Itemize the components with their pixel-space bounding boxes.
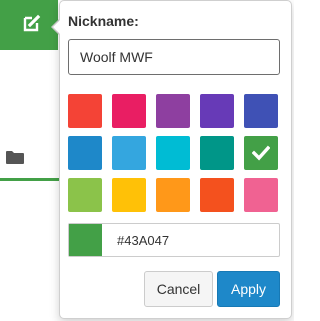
nickname-label: Nickname: <box>68 13 139 29</box>
edit-tab[interactable] <box>0 0 58 50</box>
popover-caret-fill <box>53 19 61 35</box>
cancel-button[interactable]: Cancel <box>144 271 213 307</box>
color-swatch-grid <box>68 94 284 212</box>
hex-color-field <box>68 223 287 257</box>
color-swatch[interactable] <box>156 178 190 212</box>
color-swatch[interactable] <box>112 178 146 212</box>
color-swatch[interactable] <box>200 94 234 128</box>
color-swatch[interactable] <box>112 136 146 170</box>
color-swatch[interactable] <box>68 178 102 212</box>
color-swatch[interactable] <box>68 136 102 170</box>
edit-icon <box>23 14 41 32</box>
color-swatch[interactable] <box>156 136 190 170</box>
nickname-color-popover: Nickname: Cancel Apply <box>59 0 292 319</box>
folder-icon <box>6 151 24 164</box>
color-swatch[interactable] <box>68 94 102 128</box>
color-swatch[interactable] <box>200 136 234 170</box>
color-swatch[interactable] <box>112 94 146 128</box>
nickname-input[interactable] <box>68 39 280 75</box>
color-swatch[interactable] <box>156 94 190 128</box>
check-icon <box>252 145 270 161</box>
color-swatch[interactable] <box>244 178 278 212</box>
stage: Nickname: Cancel Apply <box>0 0 294 321</box>
color-swatch[interactable] <box>200 178 234 212</box>
hex-input[interactable] <box>102 225 287 255</box>
color-preview <box>69 224 102 256</box>
apply-button[interactable]: Apply <box>217 271 280 307</box>
color-swatch[interactable] <box>244 94 278 128</box>
color-swatch[interactable] <box>244 136 278 170</box>
